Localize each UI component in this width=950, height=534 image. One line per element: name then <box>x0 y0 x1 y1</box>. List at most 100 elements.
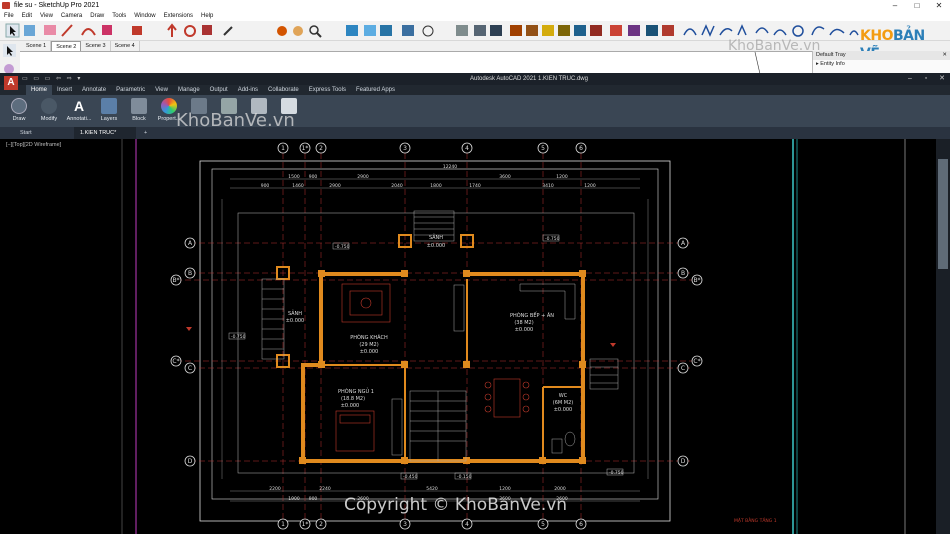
grid-row-b-r: B <box>681 270 685 277</box>
tab-home[interactable]: Home <box>26 85 53 95</box>
quick-access-toolbar[interactable]: ▭ ▭ ▭ ⇦ ⇨ ▾ <box>22 73 82 85</box>
file-tabs: Start 1.KIEN TRUC* + <box>0 127 950 139</box>
room-wc-area: (6M M2) <box>553 400 574 406</box>
structural-columns <box>276 234 586 464</box>
tab-output[interactable]: Output <box>205 85 233 95</box>
autocad-logo-icon[interactable]: A <box>4 76 18 90</box>
grid-col-2: 2 <box>319 145 323 152</box>
room-phong-khach: PHÒNG KHÁCH <box>350 334 388 341</box>
select-icon <box>3 44 16 57</box>
drawing-area[interactable]: [−][Top][2D Wireframe] 1 1* 2 3 4 5 6 1 … <box>0 139 950 534</box>
tab-featured-apps[interactable]: Featured Apps <box>351 85 400 95</box>
shape-tool-icon <box>102 25 112 35</box>
curve-tools-icons <box>683 24 859 37</box>
drawing-text: 1200 <box>584 183 596 189</box>
ribbon-panel: Draw Modify A Annotati... Layers Block Pr… <box>0 95 950 127</box>
tray-close-icon[interactable]: ✕ <box>942 51 947 60</box>
new-tab-button[interactable]: + <box>138 127 153 139</box>
grid-row-d-r: D <box>681 458 686 465</box>
grid-row-bstar-r: B* <box>693 277 700 284</box>
modify-button[interactable]: Modify <box>34 97 64 125</box>
acad-minimize-icon[interactable]: – <box>902 73 918 85</box>
drawing-text: 2040 <box>391 183 403 189</box>
scene-tab-1[interactable]: Scene 1 <box>22 41 52 51</box>
drawing-text: 900 <box>261 183 270 189</box>
tab-parametric[interactable]: Parametric <box>111 85 150 95</box>
desktop: file su - SketchUp Pro 2021 – □ ✕ File E… <box>0 0 950 534</box>
autocad-title: Autodesk AutoCAD 2021 1.KIEN TRUC.dwg <box>470 76 588 82</box>
menu-draw[interactable]: Draw <box>86 11 108 21</box>
room-phong-ngu: PHÒNG NGỦ 1 <box>338 387 374 395</box>
extension-icons <box>610 25 674 36</box>
room-phong-ngu-level: ±0.000 <box>341 403 360 409</box>
scene-tab-2[interactable]: Scene 2 <box>51 41 82 51</box>
watermark-top: KhoBanVe.vn <box>728 38 821 54</box>
grid-col-5-b: 5 <box>541 521 545 528</box>
sketchup-window-controls: – □ ✕ <box>884 0 950 11</box>
grid-row-c-r: C <box>681 365 685 372</box>
menu-file[interactable]: File <box>0 11 18 21</box>
tab-manage[interactable]: Manage <box>173 85 205 95</box>
menu-view[interactable]: View <box>36 11 57 21</box>
room-phong-khach-area: (29 M2) <box>359 342 378 348</box>
tray-header: Default Tray ✕ <box>813 51 950 60</box>
drawing-text: 3600 <box>499 174 511 180</box>
entity-info-label: Entity Info <box>820 61 845 67</box>
drawing-text: -0.750 <box>609 470 624 476</box>
pan-tool-icon <box>293 26 303 36</box>
section-markers <box>186 327 616 347</box>
views-icon <box>346 25 392 36</box>
khobanve-logo: KHOBẢN VẼ <box>860 27 938 62</box>
orbit-tool-icon <box>277 26 287 36</box>
grid-row-c: C <box>188 365 192 372</box>
maximize-icon[interactable]: □ <box>906 0 928 11</box>
entity-info-panel[interactable]: ▸ Entity Info <box>813 60 950 69</box>
menu-camera[interactable]: Camera <box>57 11 86 21</box>
drawing-text: -0.750 <box>545 236 560 242</box>
scene-tab-4[interactable]: Scene 4 <box>111 41 140 51</box>
menu-window[interactable]: Window <box>130 11 159 21</box>
vertical-scrollbar[interactable] <box>936 139 950 534</box>
menu-edit[interactable]: Edit <box>18 11 36 21</box>
sketchup-viewport[interactable] <box>20 51 812 75</box>
wardrobe <box>391 398 403 456</box>
close-icon[interactable]: ✕ <box>928 0 950 11</box>
tab-insert[interactable]: Insert <box>52 85 77 95</box>
drawing-text: 3410 <box>542 183 554 189</box>
floor-plan: 1 1* 2 3 4 5 6 1 1* 2 3 4 5 6 A B B* C C… <box>121 139 906 534</box>
room-phong-bep: PHÒNG BẾP + ĂN <box>510 311 554 319</box>
scene-tab-3[interactable]: Scene 3 <box>81 41 111 51</box>
layers-button[interactable]: Layers <box>94 97 124 125</box>
drawing-text: 1200 <box>499 486 511 492</box>
menu-tools[interactable]: Tools <box>108 11 130 21</box>
tab-express-tools[interactable]: Express Tools <box>304 85 351 95</box>
drawing-text: 1740 <box>469 183 481 189</box>
tab-file-kien-truc[interactable]: 1.KIEN TRUC* <box>74 127 136 139</box>
drawing-text: 1800 <box>430 183 442 189</box>
acad-restore-icon[interactable]: ▫ <box>918 73 934 85</box>
grid-row-cstar-r: C* <box>693 358 700 365</box>
menu-extensions[interactable]: Extensions <box>160 11 197 21</box>
room-wc: WC <box>559 393 568 399</box>
grid-bubbles-rows <box>170 237 703 467</box>
draw-button[interactable]: Draw <box>4 97 34 125</box>
annotation-button[interactable]: A Annotati... <box>64 97 94 125</box>
dimensions-top: 12240 1500 900 2900 3600 1200 900 1460 2… <box>230 164 640 189</box>
tab-view[interactable]: View <box>150 85 173 95</box>
tab-addins[interactable]: Add-ins <box>233 85 263 95</box>
room-sanh-left-level: ±0.000 <box>286 318 305 324</box>
menu-help[interactable]: Help <box>197 11 217 21</box>
modify-icon <box>41 98 57 114</box>
scale-tool-icon <box>202 25 212 35</box>
tab-annotate[interactable]: Annotate <box>77 85 111 95</box>
sketchup-titlebar: file su - SketchUp Pro 2021 – □ ✕ <box>0 0 950 11</box>
tab-start[interactable]: Start <box>14 127 38 139</box>
block-button[interactable]: Block <box>124 97 154 125</box>
tab-collaborate[interactable]: Collaborate <box>263 85 304 95</box>
minimize-icon[interactable]: – <box>884 0 906 11</box>
room-phong-bep-area: (38 M2) <box>514 320 533 326</box>
draw-icon <box>11 98 27 114</box>
acad-close-icon[interactable]: ✕ <box>934 73 950 85</box>
scroll-thumb[interactable] <box>938 159 948 269</box>
ribbon-tabs: Home Insert Annotate Parametric View Man… <box>26 85 400 95</box>
